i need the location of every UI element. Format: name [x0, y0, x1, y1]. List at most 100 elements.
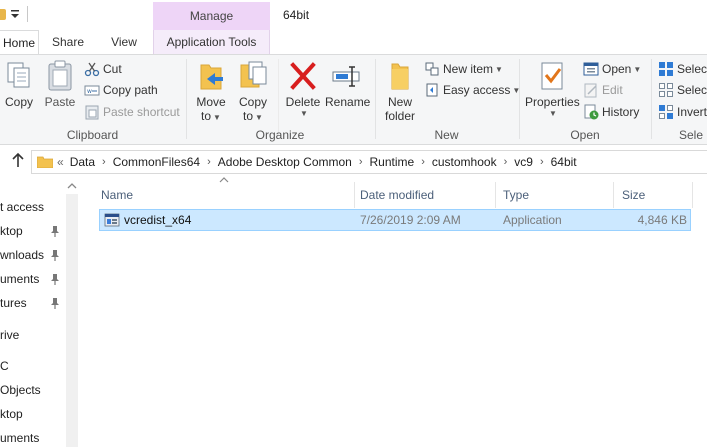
copy-to-button[interactable]: Copy to ▼	[236, 59, 270, 123]
new-item-button[interactable]: New item ▼	[424, 59, 503, 79]
nav-item-pictures[interactable]: tures	[0, 296, 27, 316]
column-divider[interactable]	[613, 182, 614, 208]
move-to-icon	[195, 59, 227, 93]
select-none-button[interactable]: Select	[658, 80, 707, 100]
history-button[interactable]: History	[583, 102, 639, 122]
navigation-bar: « Data › CommonFiles64 › Adobe Desktop C…	[0, 146, 707, 176]
paste-shortcut-button[interactable]: Paste shortcut	[84, 102, 180, 122]
cut-button[interactable]: Cut	[84, 59, 122, 79]
ribbon: Copy Paste Cut w Copy path Paste shortcu…	[0, 54, 707, 145]
nav-item-documents-pc[interactable]: uments	[0, 431, 39, 447]
paste-button[interactable]: Paste	[43, 59, 77, 109]
tab-share[interactable]: Share	[45, 30, 91, 54]
window-title: 64bit	[283, 8, 310, 22]
select-all-button[interactable]: Select	[658, 59, 707, 79]
nav-scrollbar[interactable]	[66, 194, 78, 447]
quick-access-dropdown-icon[interactable]	[10, 8, 20, 20]
chevron-right-icon[interactable]: ›	[421, 156, 425, 168]
cut-label: Cut	[103, 62, 122, 76]
tab-view[interactable]: View	[101, 30, 147, 54]
scroll-up-icon[interactable]	[66, 180, 78, 192]
open-label: Open	[602, 62, 632, 76]
navigation-pane: t access ktop wnloads uments tures rive …	[0, 176, 80, 447]
address-bar[interactable]: « Data › CommonFiles64 › Adobe Desktop C…	[31, 150, 707, 174]
breadcrumb-item-vc9[interactable]: vc9	[514, 155, 533, 169]
move-to-sublabel: to ▼	[194, 109, 228, 123]
column-divider[interactable]	[692, 182, 693, 208]
column-header-size-label: Size	[622, 188, 646, 202]
column-header-date-label: Date modified	[360, 188, 435, 202]
breadcrumb-item-runtime[interactable]: Runtime	[370, 155, 415, 169]
chevron-right-icon[interactable]: ›	[102, 156, 106, 168]
copy-path-button[interactable]: w Copy path	[84, 80, 158, 100]
edit-button[interactable]: Edit	[583, 80, 623, 100]
new-folder-label-2: folder	[384, 109, 416, 123]
breadcrumb-item-commonfiles64[interactable]: CommonFiles64	[113, 155, 200, 169]
group-divider	[375, 59, 376, 139]
copy-label: Copy	[4, 95, 33, 109]
column-divider[interactable]	[495, 182, 496, 208]
breadcrumb-item-64bit[interactable]: 64bit	[551, 155, 577, 169]
breadcrumb-item-data[interactable]: Data	[70, 155, 95, 169]
nav-item-onedrive[interactable]: rive	[0, 328, 19, 348]
open-button[interactable]: Open ▼	[583, 59, 641, 79]
new-folder-button[interactable]: New folder	[380, 59, 420, 123]
easy-access-icon	[424, 82, 440, 98]
copy-button[interactable]: Copy	[2, 59, 36, 109]
group-divider	[519, 59, 520, 139]
properties-icon	[536, 59, 568, 93]
rename-button[interactable]: Rename	[325, 59, 370, 109]
nav-item-downloads[interactable]: wnloads	[0, 248, 44, 268]
folder-icon[interactable]	[0, 9, 6, 20]
nav-item-3d-objects[interactable]: Objects	[0, 383, 41, 403]
chevron-right-icon[interactable]: ›	[359, 156, 363, 168]
nav-item-this-pc[interactable]: C	[0, 359, 9, 379]
breadcrumb-overflow-icon[interactable]: «	[57, 155, 64, 169]
folder-icon	[37, 156, 53, 168]
new-item-icon	[424, 61, 440, 77]
chevron-right-icon[interactable]: ›	[540, 156, 544, 168]
pin-icon[interactable]	[50, 297, 60, 309]
chevron-right-icon[interactable]: ›	[207, 156, 211, 168]
copy-to-label: Copy	[238, 95, 267, 109]
paste-label: Paste	[44, 95, 76, 109]
nav-item-desktop-pc[interactable]: ktop	[0, 407, 23, 427]
column-header-name-label: Name	[101, 188, 134, 202]
move-to-label-2: to	[201, 109, 212, 123]
up-arrow-icon[interactable]	[10, 151, 26, 169]
chevron-right-icon[interactable]: ›	[504, 156, 508, 168]
column-header-size[interactable]: Size	[622, 182, 692, 208]
group-divider	[278, 59, 279, 135]
edit-icon	[583, 82, 599, 98]
nav-item-desktop[interactable]: ktop	[0, 224, 23, 244]
caret-down-icon: ▼	[255, 113, 263, 122]
tab-application-tools[interactable]: Application Tools	[153, 30, 270, 54]
tab-home[interactable]: Home	[0, 30, 39, 55]
column-divider[interactable]	[354, 182, 355, 208]
pin-icon[interactable]	[50, 249, 60, 261]
easy-access-button[interactable]: Easy access ▼	[424, 80, 520, 100]
delete-button[interactable]: Delete ▼	[285, 59, 321, 118]
move-to-button[interactable]: Move to ▼	[194, 59, 228, 123]
column-header-date-modified[interactable]: Date modified	[360, 182, 495, 208]
breadcrumb-item-customhook[interactable]: customhook	[432, 155, 497, 169]
pin-icon[interactable]	[50, 273, 60, 285]
breadcrumb-item-adobe-desktop-common[interactable]: Adobe Desktop Common	[218, 155, 352, 169]
caret-down-icon: ▼	[549, 109, 557, 118]
properties-button[interactable]: Properties ▼	[525, 59, 580, 118]
breadcrumb: « Data › CommonFiles64 › Adobe Desktop C…	[57, 155, 577, 169]
invert-selection-button[interactable]: Invert	[658, 102, 707, 122]
column-header-type[interactable]: Type	[503, 182, 613, 208]
new-group-label: New	[434, 128, 459, 142]
nav-item-quick-access[interactable]: t access	[0, 200, 44, 220]
nav-item-documents[interactable]: uments	[0, 272, 39, 292]
select-all-label: Select	[677, 62, 707, 76]
invert-selection-icon	[658, 104, 674, 120]
pin-icon[interactable]	[50, 225, 60, 237]
column-header-name[interactable]: Name	[101, 182, 354, 208]
file-size: 4,846 KB	[637, 213, 687, 227]
table-row[interactable]: vcredist_x64 7/26/2019 2:09 AM Applicati…	[99, 209, 691, 231]
delete-label: Delete	[285, 95, 321, 109]
copy-path-label: Copy path	[103, 83, 158, 97]
open-group-label: Open	[570, 128, 600, 142]
